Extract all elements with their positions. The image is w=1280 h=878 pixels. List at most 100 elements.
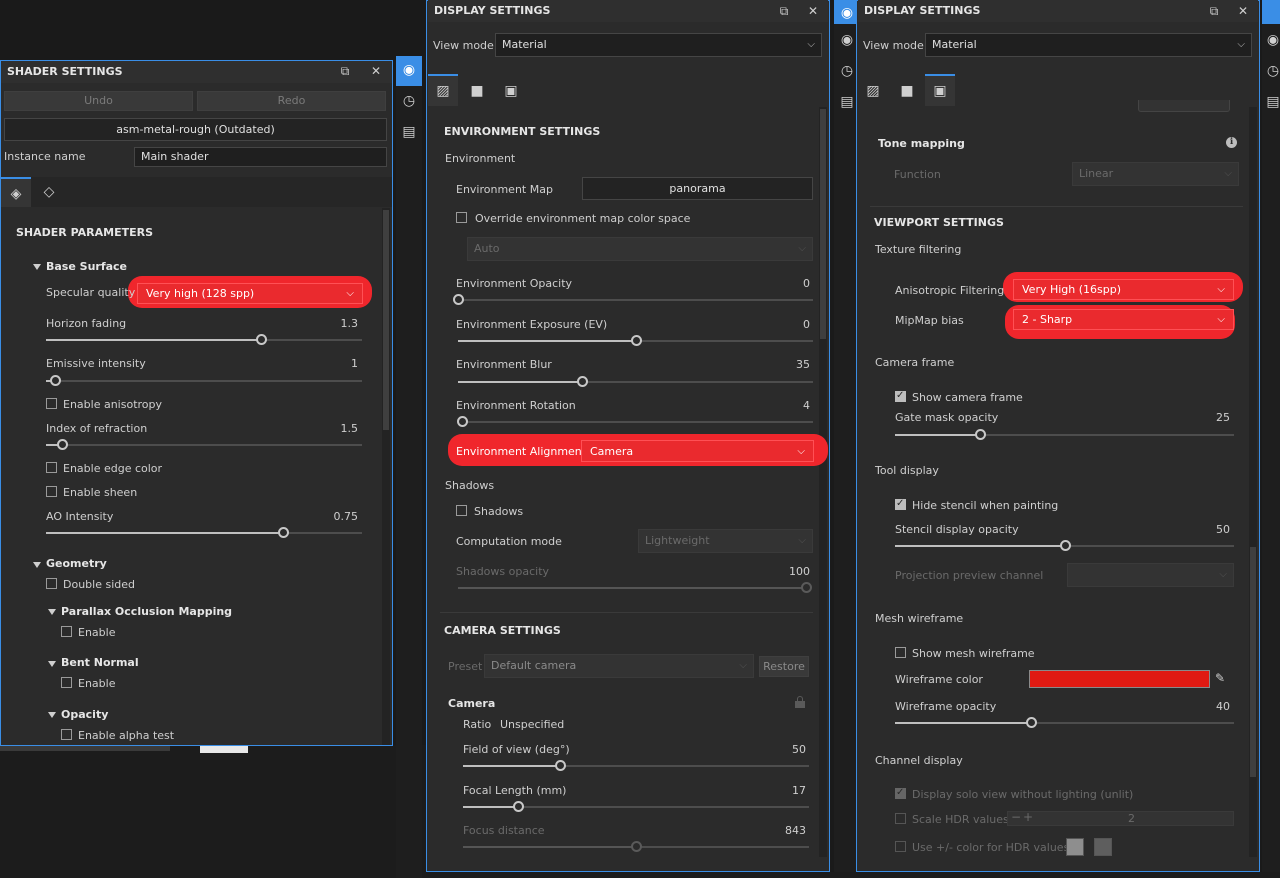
redo-button[interactable]: Redo (197, 91, 386, 111)
focal-length-slider[interactable] (463, 801, 809, 812)
scale-hdr-value[interactable]: 2 (1128, 812, 1135, 825)
double-sided-checkbox[interactable] (46, 578, 57, 589)
display1-scroll-thumb[interactable] (820, 109, 826, 339)
tab-camera[interactable]: ■ (462, 76, 492, 106)
wireframe-opacity-slider[interactable] (895, 717, 1234, 728)
slider-handle[interactable] (1025, 717, 1037, 728)
computation-mode-dropdown[interactable]: Lightweight ⌵ (638, 529, 813, 553)
hide-stencil-label[interactable]: Hide stencil when painting (912, 499, 1058, 512)
close-icon[interactable]: ✕ (369, 64, 383, 78)
viewport-background[interactable] (830, 872, 1280, 878)
minus-icon[interactable]: − (1011, 810, 1021, 824)
viewport-background[interactable] (0, 745, 430, 878)
slider-handle[interactable] (255, 334, 267, 345)
preset-dropdown[interactable]: Default camera ⌵ (484, 654, 754, 678)
slider-handle[interactable] (554, 760, 566, 771)
pm-color-checkbox[interactable] (895, 841, 906, 852)
undock-icon[interactable]: ⧉ (338, 64, 352, 78)
alpha-test-checkbox[interactable] (61, 729, 72, 740)
base-surface-group[interactable]: Base Surface (46, 260, 127, 273)
environment-opacity-slider[interactable] (453, 294, 813, 305)
emissive-intensity-value[interactable]: 1 (300, 357, 358, 370)
shadows-checkbox[interactable] (456, 505, 467, 516)
show-mesh-wireframe-label[interactable]: Show mesh wireframe (912, 647, 1035, 660)
stencil-opacity-value[interactable]: 50 (1180, 523, 1230, 536)
emissive-intensity-slider[interactable] (46, 375, 362, 386)
ao-intensity-value[interactable]: 0.75 (300, 510, 359, 523)
environment-alignment-dropdown[interactable]: Camera ⌵ (581, 440, 814, 462)
show-mesh-wireframe-checkbox[interactable] (895, 647, 906, 658)
slider-handle[interactable] (453, 294, 464, 305)
environment-exposure-slider[interactable] (458, 335, 813, 346)
lock-icon[interactable] (795, 696, 805, 708)
bent-normal-group[interactable]: Bent Normal (61, 656, 139, 669)
enable-anisotropy-label[interactable]: Enable anisotropy (63, 398, 162, 411)
globe-icon[interactable]: ◉ (400, 61, 418, 79)
positive-color-swatch[interactable] (1066, 838, 1084, 856)
show-camera-frame-label[interactable]: Show camera frame (912, 391, 1023, 404)
focal-length-value[interactable]: 17 (756, 784, 806, 797)
pom-group[interactable]: Parallax Occlusion Mapping (61, 605, 232, 618)
history-icon[interactable]: ◷ (400, 92, 418, 110)
mipmap-bias-dropdown[interactable]: 2 - Sharp ⌵ (1013, 309, 1234, 330)
slider-handle[interactable] (974, 429, 986, 440)
opacity-collapse-icon[interactable] (48, 712, 56, 718)
environment-exposure-value[interactable]: 0 (760, 318, 810, 331)
display2-scrollbar[interactable] (1249, 107, 1257, 857)
alpha-test-label[interactable]: Enable alpha test (78, 729, 174, 742)
globe-icon[interactable]: ◉ (838, 31, 856, 49)
geometry-group[interactable]: Geometry (46, 557, 107, 570)
tab-environment[interactable]: ▨ (428, 74, 458, 106)
environment-opacity-value[interactable]: 0 (760, 277, 810, 290)
enable-edge-color-checkbox[interactable] (46, 462, 57, 473)
display1-scrollbar[interactable] (819, 107, 827, 857)
field-of-view-value[interactable]: 50 (756, 743, 806, 756)
instance-name-input[interactable]: Main shader (134, 147, 387, 167)
slider-handle[interactable] (801, 582, 812, 593)
override-color-space-checkbox[interactable] (456, 212, 467, 223)
function-dropdown[interactable]: Linear ⌵ (1072, 162, 1239, 186)
scale-hdr-stepper[interactable]: − + 2 (1007, 810, 1234, 826)
color-space-dropdown[interactable]: Auto ⌵ (467, 237, 813, 261)
ao-intensity-slider[interactable] (46, 527, 362, 538)
tab-viewport[interactable]: ▣ (925, 74, 955, 106)
hide-stencil-checkbox[interactable] (895, 498, 906, 510)
environment-blur-slider[interactable] (458, 376, 813, 387)
globe-icon[interactable]: ◉ (838, 4, 856, 22)
pom-enable-label[interactable]: Enable (78, 626, 115, 639)
log-icon[interactable]: ▤ (838, 93, 856, 111)
override-color-space-label[interactable]: Override environment map color space (475, 212, 690, 225)
pom-enable-checkbox[interactable] (61, 626, 72, 637)
plus-icon[interactable]: + (1023, 810, 1033, 824)
bent-normal-collapse-icon[interactable] (48, 661, 56, 667)
gate-mask-opacity-slider[interactable] (895, 429, 1234, 440)
ior-value[interactable]: 1.5 (300, 422, 359, 435)
specular-quality-dropdown[interactable]: Very high (128 spp) ⌵ (137, 283, 363, 304)
tab-shader-parameters[interactable]: ◈ (1, 177, 31, 207)
slider-handle[interactable] (1059, 540, 1071, 551)
tab-geometry[interactable]: ◇ (34, 177, 64, 207)
environment-rotation-slider[interactable] (456, 416, 813, 427)
shader-scroll-thumb[interactable] (383, 210, 389, 430)
enable-edge-color-label[interactable]: Enable edge color (63, 462, 162, 475)
tab-viewport[interactable]: ▣ (496, 76, 526, 106)
info-icon[interactable]: ℹ (1226, 137, 1237, 148)
negative-color-swatch[interactable] (1094, 838, 1112, 856)
display2-scroll-thumb[interactable] (1250, 547, 1256, 777)
tab-environment[interactable]: ▨ (858, 76, 888, 106)
tab-camera[interactable]: ■ (892, 76, 922, 106)
slider-handle[interactable] (278, 527, 289, 538)
projection-preview-dropdown[interactable]: ⌵ (1067, 563, 1234, 587)
environment-map-field[interactable]: panorama (582, 177, 813, 200)
wireframe-color-swatch[interactable] (1029, 670, 1210, 688)
restore-button[interactable]: Restore (759, 656, 809, 677)
field-of-view-slider[interactable] (463, 760, 809, 771)
show-camera-frame-checkbox[interactable] (895, 390, 906, 402)
solo-view-checkbox[interactable] (895, 787, 906, 799)
restore-defaults-button-partial[interactable] (1138, 100, 1230, 112)
bent-enable-checkbox[interactable] (61, 677, 72, 688)
log-icon[interactable]: ▤ (400, 123, 418, 141)
close-icon[interactable]: ✕ (1236, 4, 1250, 18)
view-mode-dropdown[interactable]: Material ⌵ (495, 33, 822, 57)
log-icon[interactable]: ▤ (1264, 93, 1280, 111)
